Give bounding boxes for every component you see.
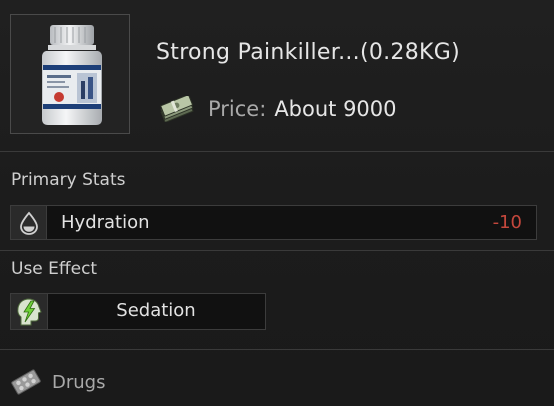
effect-row-sedation: Sedation bbox=[10, 293, 266, 330]
lightning-head-icon bbox=[17, 297, 42, 325]
pill-bottle-icon bbox=[42, 25, 102, 125]
price-row: Price: About 9000 bbox=[158, 92, 397, 126]
stat-value: -10 bbox=[492, 212, 522, 233]
stat-name: Hydration bbox=[61, 212, 150, 233]
price-label: Price: bbox=[208, 97, 267, 121]
price-value: About 9000 bbox=[274, 97, 397, 121]
divider bbox=[0, 250, 554, 251]
item-title: Strong Painkiller...(0.28KG) bbox=[156, 40, 460, 65]
primary-stats-heading: Primary Stats bbox=[11, 170, 126, 190]
item-tooltip-panel: Strong Painkiller...(0.28KG) Price: Abou… bbox=[0, 0, 554, 406]
divider bbox=[0, 349, 554, 350]
divider bbox=[0, 151, 554, 152]
effect-name: Sedation bbox=[116, 300, 196, 321]
water-drop-icon bbox=[19, 211, 38, 235]
stat-row-hydration: Hydration -10 bbox=[10, 205, 537, 240]
category-row: Drugs bbox=[10, 366, 105, 398]
item-image-frame bbox=[10, 14, 130, 134]
cash-stack-icon bbox=[159, 96, 194, 122]
use-effect-heading: Use Effect bbox=[11, 259, 98, 279]
category-label: Drugs bbox=[52, 371, 106, 393]
stat-icon-cell bbox=[11, 206, 47, 239]
effect-icon-cell bbox=[11, 294, 48, 329]
pill-pack-icon bbox=[11, 369, 41, 395]
